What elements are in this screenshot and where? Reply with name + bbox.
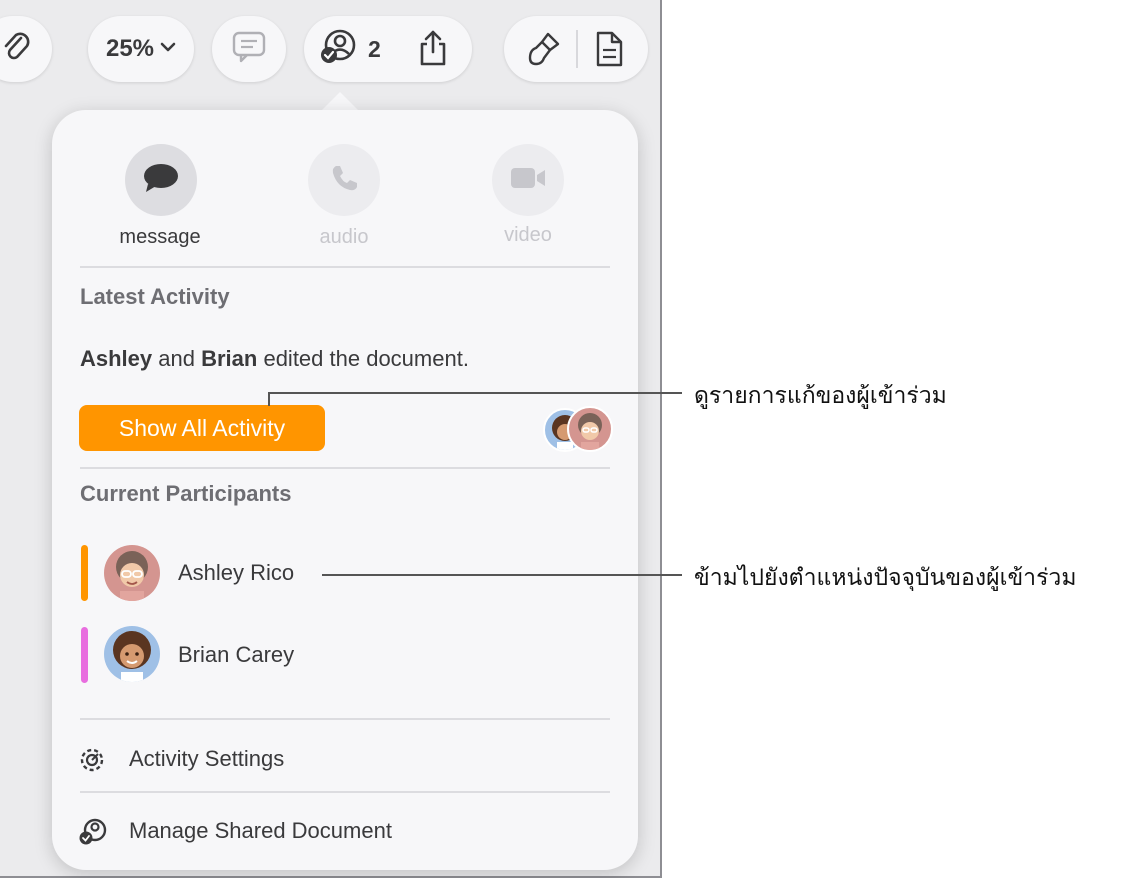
format-toolbar-group [504,16,648,82]
message-bubble-icon [142,162,180,199]
document-setup-button[interactable] [594,30,624,73]
activity-summary-text: edited the document. [257,346,469,371]
comment-button[interactable] [212,16,286,82]
activity-name-ashley: Ashley [80,346,153,371]
avatar [104,545,160,601]
divider [80,266,610,268]
zoom-level: 25% [105,35,155,62]
video-label: video [504,224,552,246]
zoom-menu-button[interactable]: 25% [88,16,194,82]
activity-name-brian: Brian [201,346,258,371]
avatar-ashley-small [567,406,613,452]
audio-label: audio [319,226,369,248]
paperclip-icon [1,30,31,69]
callout-line [268,392,682,394]
activity-and: and [152,346,202,371]
manage-shared-document-item[interactable]: Manage Shared Document [78,812,608,852]
collaboration-icon [318,29,358,70]
collaboration-toolbar-group: 2 [304,16,472,82]
video-button[interactable] [492,144,564,216]
manage-shared-document-label: Manage Shared Document [129,818,392,843]
comment-icon [231,30,267,69]
document-icon [594,31,624,72]
shared-document-icon [78,818,108,851]
participant-name: Brian Carey [178,642,295,667]
participant-row[interactable]: Brian Carey [74,622,614,690]
participant-color-bar [81,545,88,601]
activity-settings-item[interactable]: Activity Settings [78,740,608,780]
popover-arrow [320,92,360,112]
show-all-activity-label: Show All Activity [118,414,286,441]
message-button[interactable] [125,144,197,216]
toolbar-divider [576,30,578,68]
participant-color-bar [81,627,88,683]
format-button[interactable] [526,30,562,73]
collaboration-button[interactable]: 2 [312,24,398,74]
callout-line [268,392,270,406]
audio-button[interactable] [308,144,380,216]
latest-activity-title: Latest Activity [80,284,230,309]
share-icon [416,30,450,72]
chevron-down-icon [160,40,176,58]
share-button[interactable] [416,28,450,73]
current-participants-title: Current Participants [80,481,292,506]
callout-jump-to-participant: ข้ามไปยังตำแหน่งปัจจุบันของผู้เข้าร่วม [694,564,1077,590]
callout-line [322,574,682,576]
activity-settings-gear-icon [78,746,106,779]
activity-summary: Ashley and Brian edited the document. [80,346,469,372]
avatar [104,626,160,682]
divider [80,791,610,793]
paintbrush-icon [526,32,562,72]
divider [80,467,610,469]
participant-name: Ashley Rico [178,560,295,585]
callout-show-activity: ดูรายการแก้ของผู้เข้าร่วม [694,382,947,408]
message-label: message [119,226,201,248]
participant-count: 2 [368,35,381,62]
show-all-activity-button[interactable]: Show All Activity [79,405,325,451]
video-camera-icon [509,165,547,196]
phone-icon [329,163,359,198]
activity-settings-label: Activity Settings [129,746,285,771]
divider [80,718,610,720]
